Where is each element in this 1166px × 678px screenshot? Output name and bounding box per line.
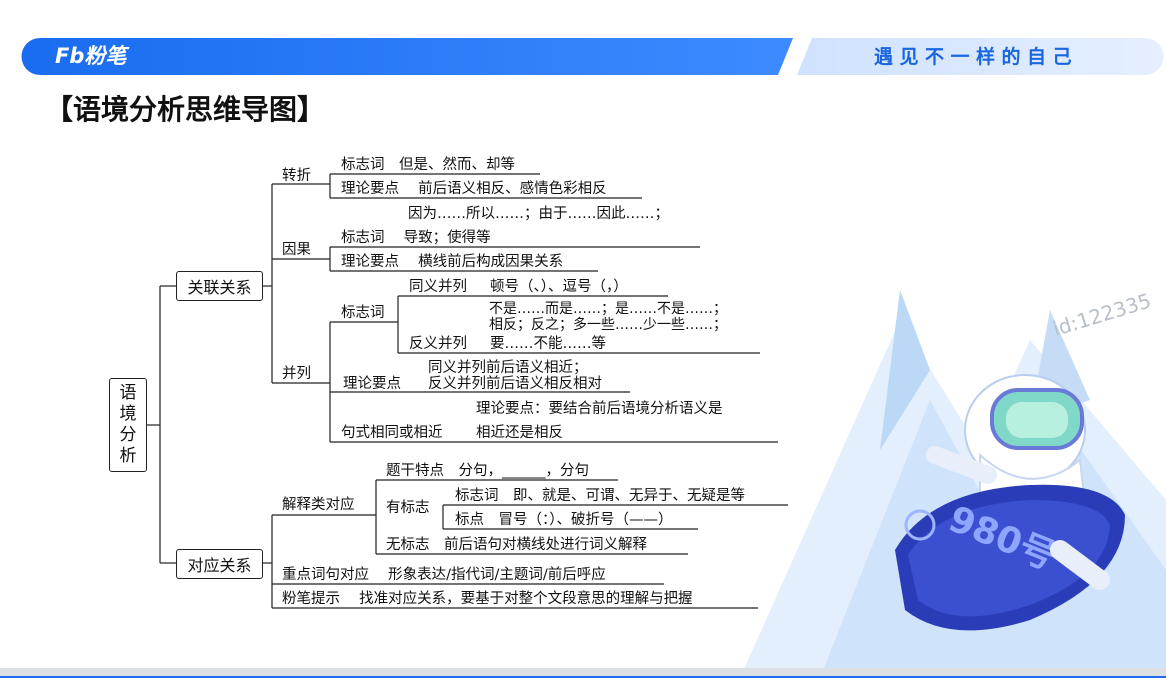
root-char-2: 境	[119, 404, 137, 424]
jieshi-wubiaozhi: 无标志 前后语句对横线处进行词义解释	[386, 537, 647, 553]
branch-guanlian: 关联关系	[176, 271, 263, 301]
root-node: 语 境 分 析	[109, 378, 147, 472]
tongyi-label: 同义并列	[409, 279, 467, 295]
tongyi-text: 顿号（、）、逗号（，）	[490, 279, 628, 295]
binglie-lilun-2: 反义并列前后语义相反相对	[428, 376, 602, 392]
jushi-pre: 理论要点：要结合前后语境分析语义是	[476, 401, 723, 417]
zhuanzhe-lilun: 理论要点 前后语义相反、感情色彩相反	[341, 181, 607, 197]
branch-duiying: 对应关系	[176, 549, 263, 579]
fenbi-tishi: 粉笔提示 找准对应关系，要基于对整个文段意思的理解与把握	[282, 591, 693, 607]
fanyi-text: 要……不能……等	[490, 336, 606, 352]
yinguo-lilun: 理论要点 横线前后构成因果关系	[341, 254, 564, 270]
binglie-lilun-label: 理论要点	[343, 376, 401, 392]
zhongdian-duiying: 重点词句对应 形象表达/指代词/主题词/前后呼应	[282, 567, 606, 583]
jieshi-youbiaozhi: 有标志	[386, 500, 430, 516]
root-char-3: 分	[119, 425, 137, 445]
jushi-label: 句式相同或相近	[341, 425, 443, 441]
node-zhuanzhe: 转折	[282, 168, 311, 184]
fanyi-pre-2: 相反；反之；多一些……少一些……；	[489, 317, 727, 333]
binglie-biaozhi: 标志词	[341, 305, 385, 321]
zhuanzhe-biaozhi: 标志词 但是、然而、却等	[341, 157, 515, 173]
node-yinguo: 因果	[282, 242, 311, 258]
node-binglie: 并列	[282, 366, 311, 382]
yinguo-pre: 因为……所以……；由于……因此……；	[408, 206, 669, 222]
jieshi-biaozhici: 标志词 即、就是、可谓、无异于、无疑是等	[455, 488, 745, 504]
jieshi-tigan: 题干特点 分句，______，分句	[386, 463, 589, 479]
root-char-4: 析	[119, 446, 137, 466]
yinguo-biaozhi: 标志词 导致；使得等	[341, 230, 491, 246]
fanyi-label: 反义并列	[409, 336, 467, 352]
jushi-text: 相近还是相反	[476, 425, 563, 441]
fanyi-pre-1: 不是……而是……；是……不是……；	[489, 301, 727, 317]
root-char-1: 语	[119, 383, 137, 403]
jieshi-biaodian: 标点 冒号（：）、破折号（——）	[455, 512, 673, 528]
node-jieshi: 解释类对应	[282, 497, 355, 513]
